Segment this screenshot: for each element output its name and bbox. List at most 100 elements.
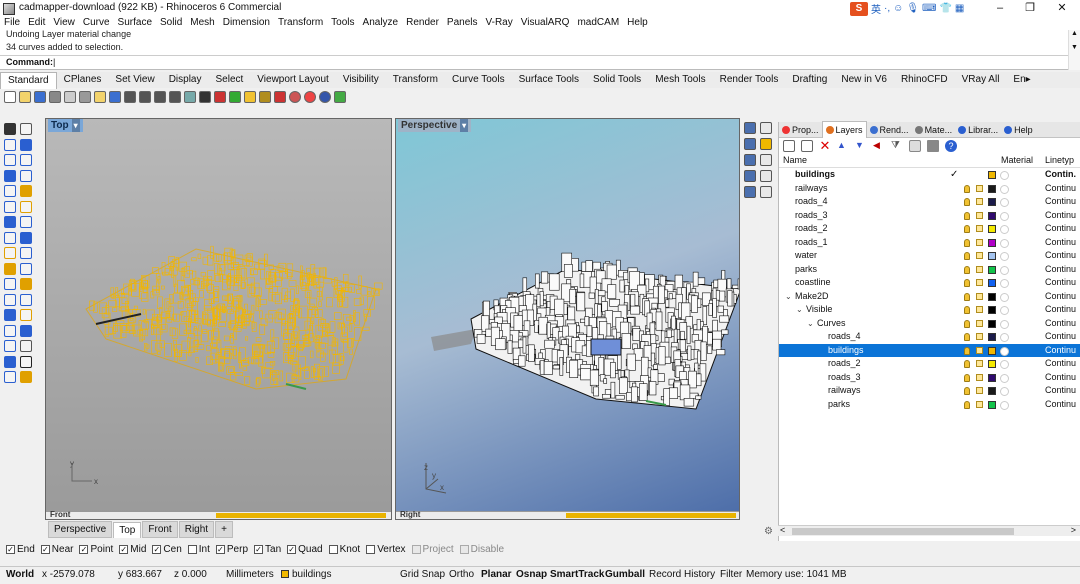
arc-icon[interactable] — [20, 154, 32, 166]
menu-visualarq[interactable]: VisualARQ — [517, 16, 574, 30]
select-icon[interactable] — [4, 123, 16, 135]
panel-tab-librar[interactable]: Librar... — [955, 122, 1001, 138]
lock-icon[interactable] — [259, 91, 271, 103]
layer-row[interactable]: roads_4 Continu — [779, 195, 1080, 209]
planar-toggle[interactable]: Planar — [481, 569, 512, 580]
layer-linetype[interactable]: Continu — [1045, 344, 1076, 358]
visibility-bulb-icon[interactable] — [964, 360, 970, 368]
osnap-checkbox[interactable]: ✓ — [215, 544, 225, 554]
visibility-bulb-icon[interactable] — [964, 387, 970, 395]
material-icon[interactable] — [1000, 238, 1009, 248]
rectangle-icon[interactable] — [20, 169, 32, 182]
close-button[interactable]: ✕ — [1046, 0, 1078, 16]
layer-color-swatch[interactable] — [988, 292, 996, 301]
menu-v-ray[interactable]: V-Ray — [482, 16, 517, 30]
paste-icon[interactable] — [94, 91, 106, 103]
sphere-icon[interactable] — [304, 91, 316, 103]
osnap-checkbox[interactable]: ✓ — [79, 544, 89, 554]
grid-snap-toggle[interactable]: Grid Snap — [400, 569, 445, 580]
move-to-parent-icon[interactable]: ◀ — [873, 140, 885, 152]
cut-icon[interactable] — [79, 91, 91, 103]
pan-icon[interactable] — [124, 91, 136, 103]
move-icon[interactable] — [4, 262, 16, 275]
panel-tab-layers[interactable]: Layers — [821, 121, 867, 138]
viewport-perspective[interactable]: Perspective ▾ z y x Right — [395, 118, 740, 520]
visibility-bulb-icon[interactable] — [964, 184, 970, 193]
help-icon[interactable] — [760, 170, 772, 182]
delete-layer-icon[interactable]: ✕ — [819, 139, 831, 152]
lock-icon[interactable] — [976, 387, 983, 394]
osnap-checkbox[interactable] — [459, 544, 469, 554]
material-icon[interactable] — [1000, 306, 1009, 315]
osnap-checkbox[interactable]: ✓ — [119, 544, 129, 554]
layer-color-swatch[interactable] — [988, 346, 996, 355]
material-icon[interactable] — [1000, 184, 1009, 194]
layer-linetype[interactable]: Continu — [1045, 384, 1076, 398]
menu-file[interactable]: File — [0, 16, 24, 30]
dimension-icon[interactable] — [20, 309, 32, 321]
material-icon[interactable] — [1000, 333, 1009, 342]
filter-icon[interactable]: ⧩ — [891, 140, 903, 152]
layer-linetype[interactable]: Continu — [1045, 303, 1076, 317]
surface-icon[interactable] — [4, 200, 16, 213]
layer-row[interactable]: roads_1 Continu — [779, 236, 1080, 250]
curve-icon[interactable] — [229, 91, 241, 103]
osnap-point[interactable]: ✓ Point — [79, 544, 113, 555]
osnap-vertex[interactable]: Vertex — [366, 544, 406, 555]
osnap-mid[interactable]: ✓ Mid — [119, 544, 146, 555]
layer-row[interactable]: ⌄ Curves Continu — [779, 317, 1080, 331]
layer-color-swatch[interactable] — [988, 211, 996, 220]
tab-solid-tools[interactable]: Solid Tools — [586, 72, 648, 88]
layer-color-swatch[interactable] — [988, 387, 996, 395]
osnap-checkbox[interactable]: ✓ — [6, 544, 15, 554]
select-icon[interactable] — [199, 91, 211, 103]
menu-tools[interactable]: Tools — [327, 16, 358, 30]
layer-row[interactable]: ⌄ Visible Continu — [779, 303, 1080, 317]
open-icon[interactable] — [19, 91, 31, 103]
visibility-bulb-icon[interactable] — [964, 373, 970, 382]
help-icon[interactable]: ? — [945, 140, 957, 152]
lock-icon[interactable] — [976, 360, 983, 367]
visibility-bulb-icon[interactable] — [964, 198, 970, 206]
osnap-cen[interactable]: ✓ Cen — [152, 544, 182, 555]
osnap-perp[interactable]: ✓ Perp — [215, 544, 248, 555]
panel-tab-mate[interactable]: Mate... — [912, 122, 956, 138]
layer-color-swatch[interactable] — [988, 319, 996, 328]
trim-icon[interactable] — [4, 293, 16, 306]
tab-viewport-layout[interactable]: Viewport Layout — [250, 72, 336, 88]
ortho-toggle[interactable]: Ortho — [449, 569, 474, 580]
layer-color-swatch[interactable] — [988, 184, 996, 193]
tab-cplanes[interactable]: CPlanes — [57, 72, 109, 88]
layer-row[interactable]: water Continu — [779, 249, 1080, 263]
visibility-bulb-icon[interactable] — [964, 400, 970, 409]
osnap-checkbox[interactable] — [411, 544, 421, 554]
osnap-checkbox[interactable]: ✓ — [287, 544, 297, 554]
material-icon[interactable] — [274, 91, 286, 103]
ime-keyboard-icon[interactable]: ⌨ — [922, 3, 936, 14]
new-sublayer-icon[interactable] — [801, 140, 813, 152]
section-icon[interactable] — [4, 371, 16, 383]
menu-edit[interactable]: Edit — [24, 16, 49, 30]
osnap-end[interactable]: ✓ End — [6, 544, 35, 555]
tab-vray-all[interactable]: VRay All — [955, 72, 1007, 88]
check-icon[interactable] — [20, 355, 32, 368]
layer-row[interactable]: railways Continu — [779, 384, 1080, 398]
lock-icon[interactable] — [976, 198, 983, 205]
layer-linetype[interactable]: Continu — [1045, 236, 1076, 250]
command-scrollbar[interactable]: ▲ ▼ — [1068, 30, 1080, 70]
osnap-tan[interactable]: ✓ Tan — [254, 544, 281, 555]
lock-icon[interactable] — [976, 333, 983, 340]
material-icon[interactable] — [1000, 279, 1009, 288]
add-viewport-tab-button[interactable]: + — [215, 521, 233, 538]
menu-dimension[interactable]: Dimension — [219, 16, 274, 30]
record-history-toggle[interactable]: Record History — [649, 569, 715, 580]
maximize-button[interactable]: ❐ — [1014, 0, 1046, 16]
layer-row[interactable]: parks Continu — [779, 398, 1080, 412]
units[interactable]: Millimeters — [226, 569, 274, 580]
sogou-ime-icon[interactable]: S — [850, 1, 868, 16]
layer-row[interactable]: roads_2 Continu — [779, 222, 1080, 236]
copy-icon[interactable] — [64, 91, 76, 103]
layer-linetype[interactable]: Continu — [1045, 317, 1076, 331]
array-icon[interactable] — [4, 278, 16, 290]
layer-color-swatch[interactable] — [988, 238, 996, 247]
